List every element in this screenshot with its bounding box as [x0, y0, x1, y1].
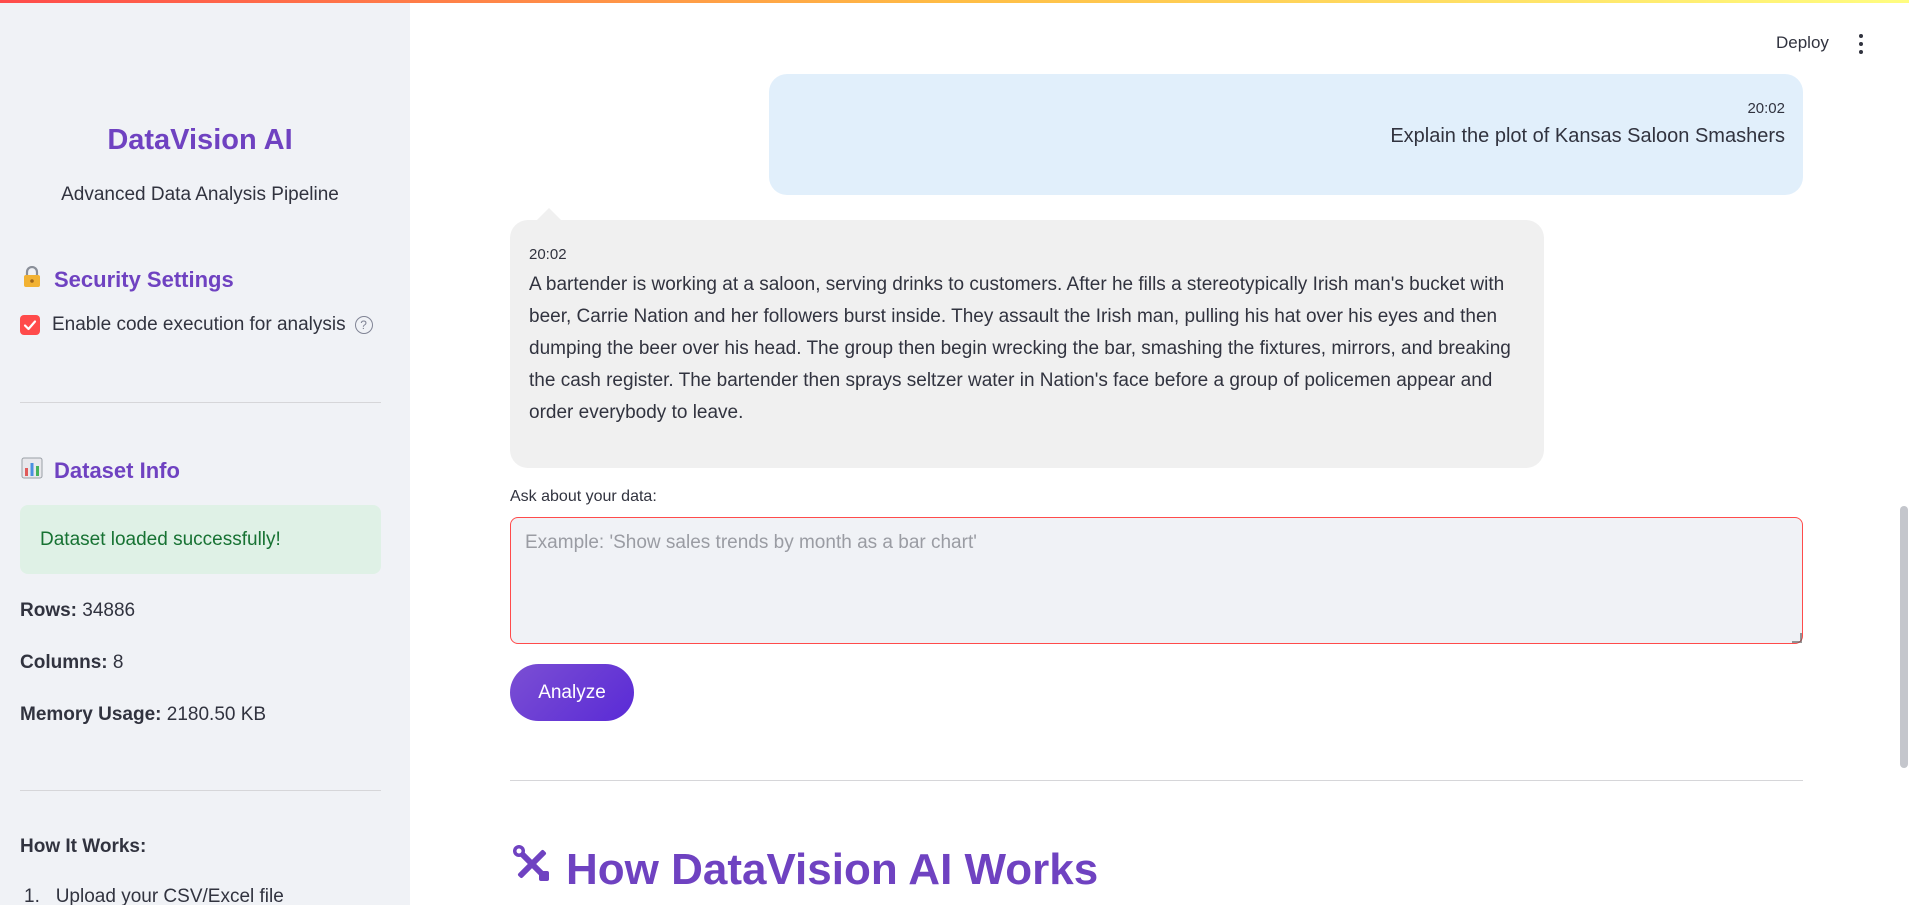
bar-chart-icon [20, 457, 44, 485]
rows-value: 34886 [82, 600, 136, 621]
app-title: DataVision AI [107, 124, 293, 156]
sidebar-divider [20, 402, 381, 403]
step-number: 1. [24, 886, 40, 905]
memory-value: 2180.50 KB [166, 704, 267, 725]
user-message-time: 20:02 [1747, 100, 1785, 117]
memory-label: Memory Usage: [20, 704, 162, 725]
columns-label: Columns: [20, 652, 108, 673]
columns-value: 8 [112, 652, 124, 673]
rows-label: Rows: [20, 600, 77, 621]
scrollbar[interactable] [1900, 506, 1908, 768]
dataset-success-alert: Dataset loaded successfully! [20, 505, 381, 574]
more-options-icon[interactable] [1857, 34, 1865, 54]
how-it-works-heading: How It Works: [20, 836, 147, 857]
app-subtitle: Advanced Data Analysis Pipeline [61, 184, 339, 205]
section-divider [510, 780, 1803, 781]
security-settings-label: Security Settings [54, 267, 234, 292]
query-label: Ask about your data: [510, 488, 657, 505]
step-text: Upload your CSV/Excel file [55, 886, 284, 905]
code-execution-label: Enable code execution for analysis [52, 314, 346, 335]
security-settings-heading: Security Settings [20, 265, 234, 294]
deploy-button[interactable]: Deploy [1776, 33, 1829, 53]
user-message-text: Explain the plot of Kansas Saloon Smashe… [1390, 125, 1785, 147]
tools-icon [510, 842, 554, 897]
dataset-info-heading: Dataset Info [20, 457, 180, 485]
lock-icon [20, 265, 44, 294]
analyze-button[interactable]: Analyze [510, 664, 634, 721]
ai-message-time: 20:02 [529, 246, 567, 263]
code-execution-checkbox-row[interactable]: Enable code execution for analysis ? [20, 314, 373, 336]
ai-message-text: A bartender is working at a saloon, serv… [529, 274, 1511, 423]
user-message-bubble: 20:02 Explain the plot of Kansas Saloon … [769, 74, 1803, 195]
ai-message-bubble: 20:02 A bartender is working at a saloon… [510, 208, 1544, 468]
sidebar: DataVision AI Advanced Data Analysis Pip… [0, 0, 410, 905]
help-icon[interactable]: ? [354, 316, 373, 334]
sidebar-divider [20, 790, 381, 791]
how-datavision-heading: How DataVision AI Works [510, 842, 1098, 897]
columns-stat: Columns: 8 [20, 652, 123, 674]
memory-stat: Memory Usage: 2180.50 KB [20, 704, 266, 726]
how-step-item: 1. Upload your CSV/Excel file [24, 886, 284, 905]
query-input[interactable] [510, 517, 1803, 644]
how-datavision-heading-text: How DataVision AI Works [566, 844, 1099, 894]
top-decoration-bar [0, 0, 1909, 3]
code-execution-checkbox[interactable] [20, 315, 40, 335]
dataset-info-label: Dataset Info [54, 458, 180, 483]
rows-stat: Rows: 34886 [20, 600, 135, 622]
resize-handle-icon[interactable] [1792, 633, 1802, 643]
